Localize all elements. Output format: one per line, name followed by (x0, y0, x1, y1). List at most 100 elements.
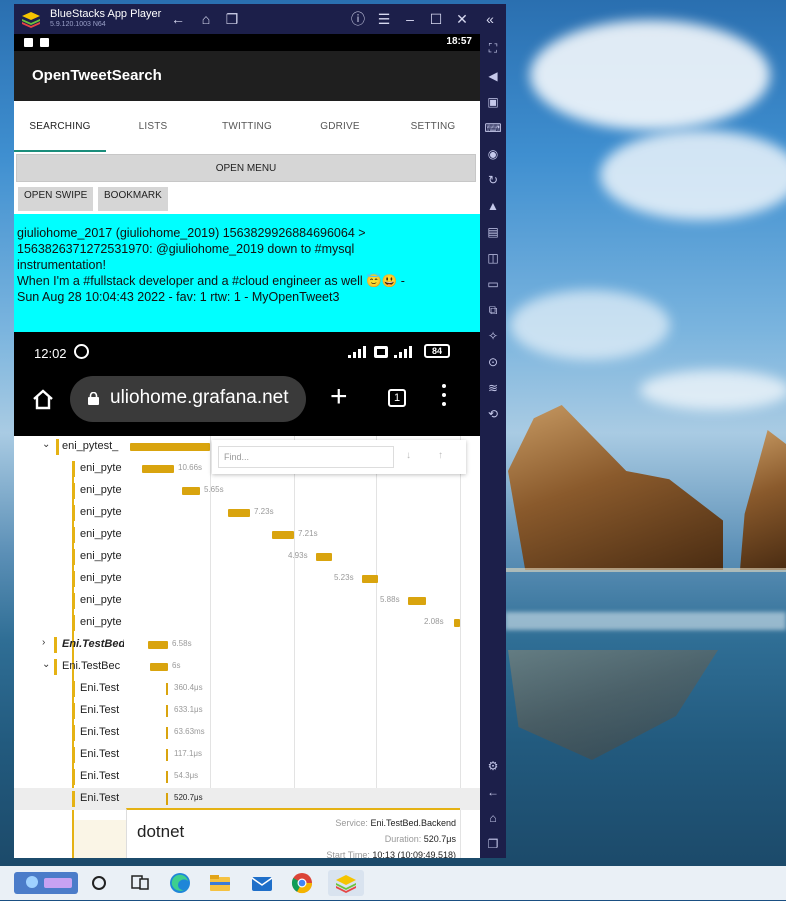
window-title: BlueStacks App Player (50, 8, 162, 20)
help-icon[interactable]: ⓘ (348, 9, 368, 29)
chevron-right-icon[interactable]: › (42, 637, 45, 648)
span-duration: 6s (172, 661, 181, 670)
open-swipe-button[interactable]: OPEN SWIPE (18, 187, 94, 211)
eco-mode-icon[interactable]: ✧ (483, 326, 503, 346)
span-bar[interactable] (316, 553, 332, 561)
span-detail-name: dotnet (137, 822, 185, 841)
trace-row[interactable]: ⌄ Eni.TestBec 6s (14, 656, 480, 678)
multi-instance-icon[interactable]: ⧉ (483, 300, 503, 320)
span-bar[interactable] (454, 619, 460, 627)
trace-row[interactable]: eni_pyte 2.08s (14, 612, 480, 634)
task-view-icon[interactable] (126, 870, 154, 896)
find-next-icon[interactable]: ↓ (406, 450, 411, 461)
span-bar[interactable] (166, 793, 168, 805)
sync-icon[interactable]: ↻ (483, 170, 503, 190)
trace-row[interactable]: Eni.Test 360.4μs (14, 678, 480, 700)
bluestacks-taskbar-icon[interactable] (328, 870, 364, 896)
trace-row[interactable]: › Eni.TestBed 6.58s (14, 634, 480, 656)
span-bar[interactable] (228, 509, 250, 517)
edge-icon[interactable] (166, 870, 194, 896)
span-bar[interactable] (362, 575, 378, 583)
span-bar[interactable] (166, 771, 168, 783)
find-input[interactable]: Find... (218, 446, 394, 468)
widgets-icon[interactable] (14, 870, 78, 896)
chrome-icon[interactable] (288, 870, 316, 896)
span-bar[interactable] (408, 597, 426, 605)
tab-count-icon[interactable]: 1 (388, 389, 406, 407)
trace-row[interactable]: eni_pyte 7.23s (14, 502, 480, 524)
close-icon[interactable]: ✕ (452, 9, 472, 29)
maximize-icon[interactable]: ☐ (426, 9, 446, 29)
chevron-down-icon[interactable]: ⌄ (42, 439, 50, 450)
trace-row[interactable]: eni_pyte 5.23s (14, 568, 480, 590)
browser-home-icon[interactable] (32, 388, 54, 410)
span-bar[interactable] (148, 641, 168, 649)
android-home-icon[interactable]: ⌂ (483, 808, 503, 828)
collapse-sidebar-icon[interactable]: « (480, 9, 500, 29)
fullscreen-icon[interactable]: ⛶ (483, 38, 503, 58)
trace-row[interactable]: Eni.Test 54.3μs (14, 766, 480, 788)
home-icon[interactable]: ⌂ (196, 9, 216, 29)
trace-row[interactable]: Eni.Test 633.1μs (14, 700, 480, 722)
tab-twitting[interactable]: TWITTING (200, 101, 294, 153)
trace-row-selected[interactable]: Eni.Test 520.7μs (14, 788, 480, 810)
rock-formation (508, 405, 723, 570)
screenshot-icon[interactable]: ◫ (483, 248, 503, 268)
rotate-icon[interactable]: ⟲ (483, 404, 503, 424)
trace-view: ⌄ eni_pytest_ eni_pyte 10.66s eni_pyte 5… (14, 436, 480, 858)
tab-searching[interactable]: SEARCHING (14, 101, 106, 153)
cloud (640, 370, 786, 410)
tweet-card[interactable]: giuliohome_2017 (giuliohome_2019) 156382… (14, 214, 480, 332)
open-menu-button[interactable]: OPEN MENU (16, 154, 476, 182)
minimize-icon[interactable]: – (400, 9, 420, 29)
bluestacks-titlebar: BlueStacks App Player 5.9.120.1003 N64 ←… (14, 4, 506, 34)
apk-icon[interactable]: ▤ (483, 222, 503, 242)
span-bar[interactable] (142, 465, 174, 473)
menu-icon[interactable]: ☰ (374, 9, 394, 29)
chevron-down-icon[interactable]: ⌄ (42, 659, 50, 670)
trace-row[interactable]: eni_pyte 5.88s (14, 590, 480, 612)
location-icon[interactable]: ⊙ (483, 352, 503, 372)
trace-row[interactable]: Eni.Test 117.1μs (14, 744, 480, 766)
bookmark-button[interactable]: BOOKMARK (98, 187, 168, 211)
trace-row[interactable]: Eni.Test 63.63ms (14, 722, 480, 744)
span-bar[interactable] (166, 749, 168, 761)
horizon (505, 568, 786, 572)
trace-row[interactable]: eni_pyte 5.65s (14, 480, 480, 502)
span-bar[interactable] (166, 705, 168, 717)
search-icon[interactable] (86, 870, 114, 896)
record-icon[interactable]: ◉ (483, 144, 503, 164)
keyboard-icon[interactable]: ⌨ (483, 118, 503, 138)
span-bar[interactable] (272, 531, 294, 539)
folder-icon[interactable]: ▭ (483, 274, 503, 294)
span-name: Eni.Test (80, 748, 120, 760)
new-tab-icon[interactable]: + (330, 380, 348, 414)
span-bar[interactable] (166, 683, 168, 695)
span-bar[interactable] (166, 727, 168, 739)
more-options-icon[interactable] (442, 384, 446, 410)
layers-icon[interactable]: ≋ (483, 378, 503, 398)
tab-setting[interactable]: SETTING (386, 101, 480, 153)
android-back-icon[interactable]: ← (483, 782, 503, 802)
file-explorer-icon[interactable] (206, 870, 234, 896)
span-bar[interactable] (150, 663, 168, 671)
recent-apps-icon[interactable]: ❐ (222, 9, 242, 29)
import-icon[interactable]: ▣ (483, 92, 503, 112)
tab-gdrive[interactable]: GDRIVE (294, 101, 386, 153)
url-text: uliohome.grafana.net (110, 387, 289, 408)
macro-icon[interactable]: ▲ (483, 196, 503, 216)
android-recents-icon[interactable]: ❐ (483, 834, 503, 854)
find-prev-icon[interactable]: ↑ (438, 450, 443, 461)
tab-lists[interactable]: LISTS (106, 101, 200, 153)
span-duration: 5.23s (334, 573, 354, 582)
span-bar[interactable] (182, 487, 200, 495)
mail-icon[interactable] (248, 870, 276, 896)
url-bar[interactable]: uliohome.grafana.net (70, 376, 306, 422)
volume-icon[interactable]: ◀ (483, 66, 503, 86)
back-icon[interactable]: ← (168, 9, 188, 29)
settings-icon[interactable]: ⚙ (483, 756, 503, 776)
span-name: Eni.Test (80, 682, 120, 694)
span-bar[interactable] (130, 443, 210, 451)
trace-row[interactable]: eni_pyte 7.21s (14, 524, 480, 546)
trace-row[interactable]: eni_pyte 4.93s (14, 546, 480, 568)
